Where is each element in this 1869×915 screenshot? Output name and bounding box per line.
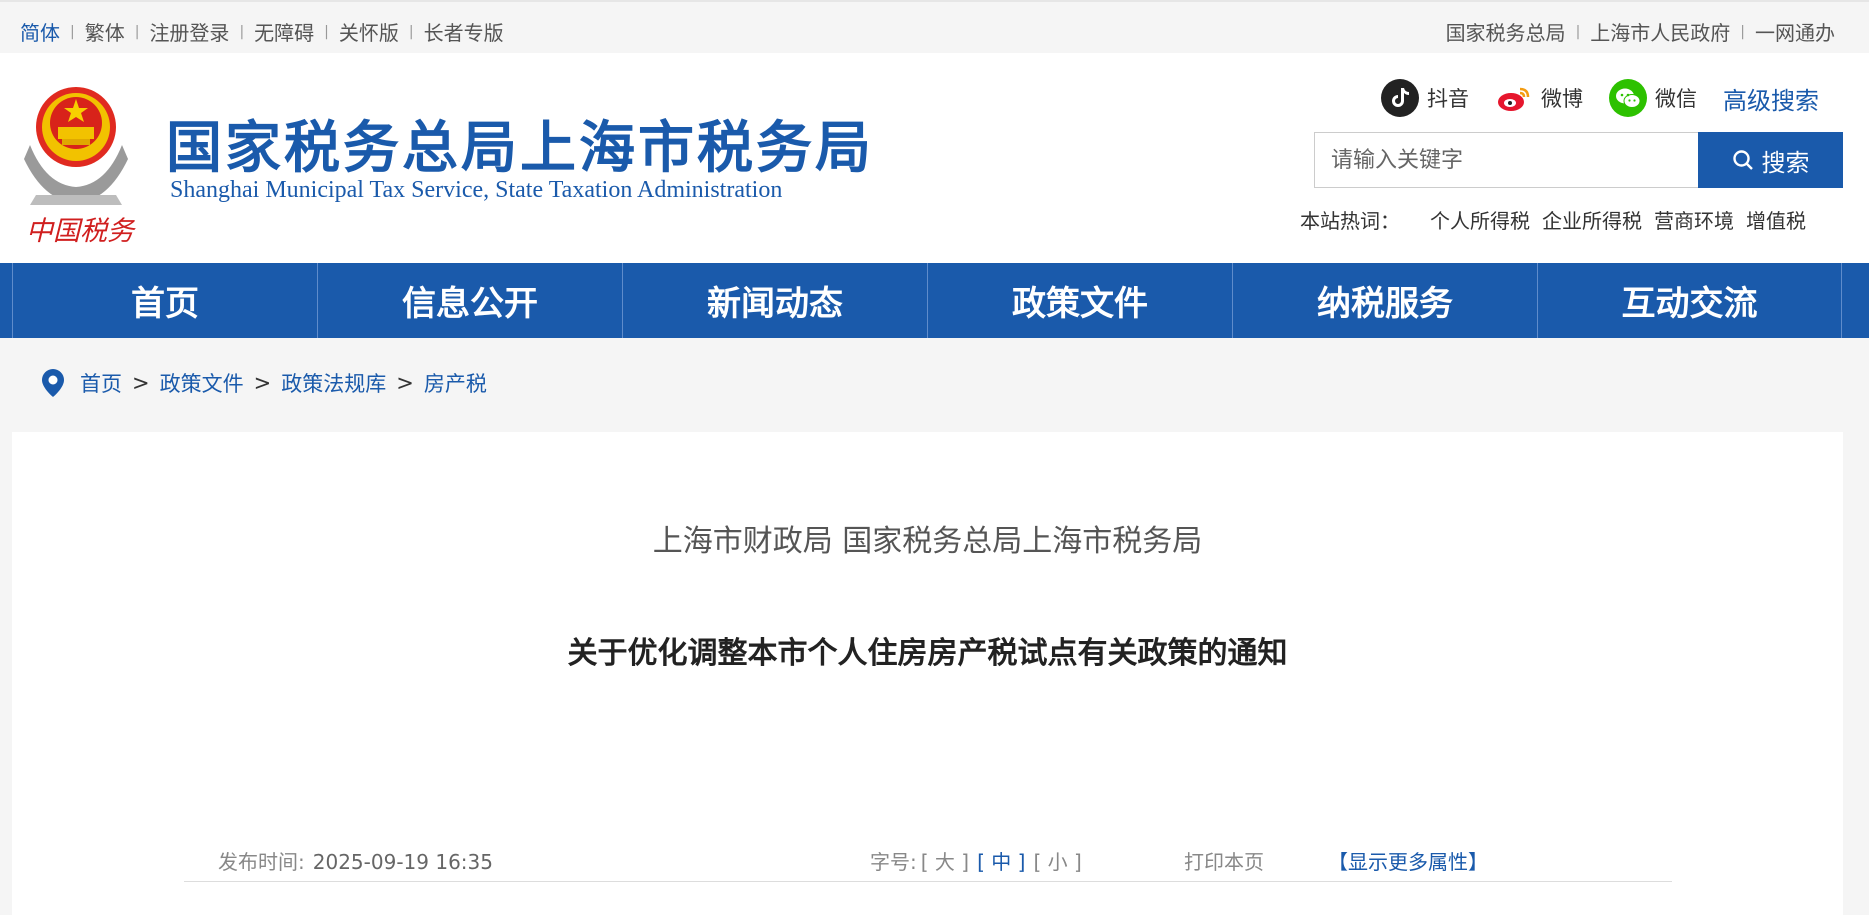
national-emblem-logo[interactable]: 中国税务: [16, 75, 140, 245]
douyin-icon: [1381, 79, 1419, 117]
wechat-label: 微信: [1655, 87, 1697, 111]
site-header: 中国税务 国家税务总局上海市税务局 Shanghai Municipal Tax…: [0, 53, 1869, 263]
font-size-small[interactable]: [ 小 ]: [1033, 846, 1081, 875]
nav-item-tax-service[interactable]: 纳税服务: [1232, 263, 1537, 338]
print-page-link[interactable]: 打印本页: [1184, 846, 1264, 875]
breadcrumb-policy[interactable]: 政策文件: [160, 368, 244, 398]
top-right-links: 国家税务总局 | 上海市人民政府 | 一网通办: [1446, 17, 1835, 46]
search-icon: [1732, 150, 1753, 170]
article-meta-bar: 发布时间: 2025-09-19 16:35 字号: [ 大 ] [ 中 ] [ …: [184, 840, 1672, 882]
article-issuer: 上海市财政局 国家税务总局上海市税务局: [652, 524, 1203, 559]
separator: |: [239, 23, 245, 40]
search-input[interactable]: [1314, 132, 1698, 188]
location-pin-icon: [42, 369, 64, 397]
separator: |: [408, 23, 414, 40]
separator: |: [1575, 23, 1581, 40]
nav-item-news[interactable]: 新闻动态: [622, 263, 927, 338]
nav-item-interaction[interactable]: 互动交流: [1537, 263, 1842, 338]
font-size-medium[interactable]: [ 中 ]: [977, 846, 1025, 875]
publish-time-value: 2025-09-19 16:35: [312, 850, 493, 874]
breadcrumb: 首页 > 政策文件 > 政策法规库 > 房产税: [40, 368, 487, 398]
advanced-search-link[interactable]: 高级搜索: [1723, 81, 1819, 116]
hot-word-item[interactable]: 增值税: [1746, 205, 1806, 234]
breadcrumb-home[interactable]: 首页: [80, 368, 122, 398]
emblem-text: 中国税务: [26, 216, 136, 245]
link-traditional[interactable]: 繁体: [85, 17, 125, 46]
breadcrumb-policy-library[interactable]: 政策法规库: [281, 368, 386, 398]
site-title-cn: 国家税务总局上海市税务局: [166, 116, 874, 181]
breadcrumb-separator: >: [396, 371, 414, 395]
article-title: 关于优化调整本市个人住房房产税试点有关政策的通知: [567, 636, 1288, 671]
breadcrumb-separator: >: [132, 371, 150, 395]
weibo-label: 微博: [1541, 87, 1583, 111]
breadcrumb-separator: >: [253, 371, 272, 395]
social-links: 抖音 微博 微信 高级搜索: [1355, 79, 1819, 117]
font-size-large-label: 大: [934, 850, 955, 874]
link-register-login[interactable]: 注册登录: [149, 17, 229, 46]
font-size-label: 字号:: [870, 850, 917, 874]
font-size-large[interactable]: [ 大 ]: [921, 846, 969, 875]
wechat-icon: [1609, 79, 1647, 117]
show-more-properties-link[interactable]: 【显示更多属性】: [1328, 846, 1488, 875]
douyin-label: 抖音: [1427, 87, 1469, 111]
top-left-links: 简体 | 繁体 | 注册登录 | 无障碍 | 关怀版 | 长者专版: [20, 17, 504, 46]
link-one-network[interactable]: 一网通办: [1755, 17, 1835, 46]
separator: |: [1740, 23, 1745, 40]
link-shanghai-gov[interactable]: 上海市人民政府: [1590, 17, 1730, 46]
search-button[interactable]: 搜索: [1698, 132, 1843, 188]
separator: |: [324, 23, 329, 40]
separator: |: [134, 23, 140, 40]
social-wechat[interactable]: 微信: [1609, 79, 1697, 117]
separator: |: [70, 23, 75, 40]
link-elder-version[interactable]: 长者专版: [424, 17, 504, 46]
nav-item-home[interactable]: 首页: [12, 263, 317, 338]
link-care-version[interactable]: 关怀版: [339, 17, 399, 46]
site-title-en: Shanghai Municipal Tax Service, State Ta…: [170, 177, 783, 203]
article-panel: 上海市财政局 国家税务总局上海市税务局 关于优化调整本市个人住房房产税试点有关政…: [12, 432, 1843, 915]
search-bar: 搜索: [1314, 132, 1843, 188]
publish-time-label: 发布时间:: [218, 850, 305, 874]
search-button-label: 搜索: [1761, 148, 1810, 177]
font-size-medium-label: 中: [991, 850, 1012, 874]
hot-words-label: 本站热词：: [1300, 209, 1400, 233]
hot-words: 本站热词： 个人所得税 企业所得税 营商环境 增值税: [1300, 205, 1806, 234]
social-weibo[interactable]: 微博: [1495, 79, 1583, 117]
social-douyin[interactable]: 抖音: [1381, 79, 1469, 117]
font-size-small-label: 小: [1047, 850, 1068, 874]
hot-word-item[interactable]: 个人所得税: [1430, 205, 1530, 234]
link-accessibility[interactable]: 无障碍: [254, 17, 314, 46]
weibo-icon: [1495, 79, 1533, 117]
breadcrumb-property-tax[interactable]: 房产税: [424, 368, 487, 398]
publish-time: 发布时间: 2025-09-19 16:35: [218, 846, 493, 875]
nav-item-info-disclosure[interactable]: 信息公开: [317, 263, 622, 338]
hot-word-item[interactable]: 企业所得税: [1542, 205, 1642, 234]
main-nav: 首页 信息公开 新闻动态 政策文件 纳税服务 互动交流: [0, 263, 1869, 338]
link-simplified[interactable]: 简体: [20, 17, 60, 46]
nav-item-policy[interactable]: 政策文件: [927, 263, 1232, 338]
font-size-switcher: 字号: [ 大 ] [ 中 ] [ 小 ]: [870, 846, 1086, 875]
hot-word-item[interactable]: 营商环境: [1654, 205, 1734, 234]
link-sta[interactable]: 国家税务总局: [1446, 17, 1566, 46]
top-utility-bar: 简体 | 繁体 | 注册登录 | 无障碍 | 关怀版 | 长者专版 国家税务总局…: [0, 0, 1869, 53]
